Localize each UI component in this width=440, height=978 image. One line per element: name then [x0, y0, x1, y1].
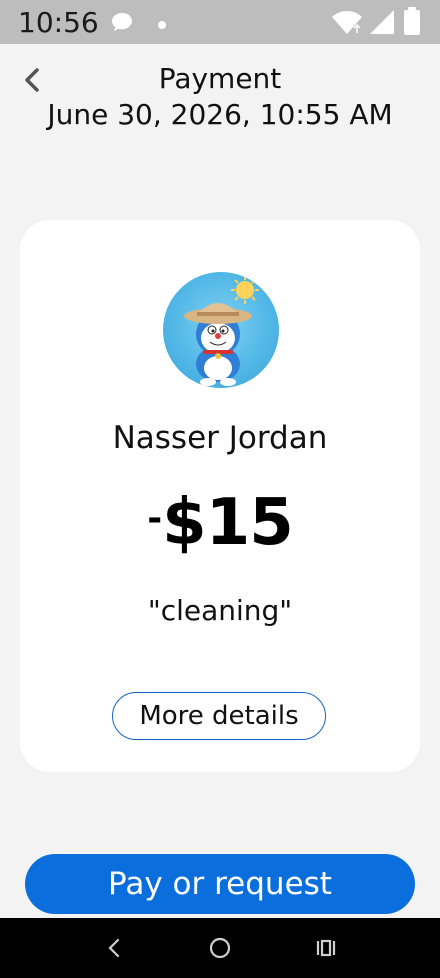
avatar [163, 272, 279, 388]
payment-date: June 30, 2026, 10:55 AM [47, 98, 393, 131]
status-bar: 10:56 [0, 0, 440, 44]
payment-screen: Payment June 30, 2026, 10:55 AM Nasser J… [0, 44, 440, 918]
amount-sign: - [147, 498, 163, 539]
wifi-icon [330, 8, 364, 40]
circle-home-icon [209, 937, 231, 959]
cell-signal-icon [368, 8, 396, 40]
payment-note: "cleaning" [147, 594, 293, 627]
nav-back-button[interactable] [94, 932, 134, 964]
page-title: Payment [158, 62, 282, 95]
payment-amount: -$15 [20, 486, 420, 560]
status-time: 10:56 [18, 6, 99, 39]
payment-card: Nasser Jordan -$15 "cleaning" More detai… [20, 220, 420, 772]
amount-value: $15 [162, 486, 294, 560]
system-nav-bar [0, 918, 440, 978]
more-details-button[interactable]: More details [112, 692, 326, 740]
nav-recents-button[interactable] [306, 932, 346, 964]
avatar-image [184, 276, 259, 386]
recipient-name: Nasser Jordan [112, 420, 328, 456]
recents-icon [316, 939, 336, 957]
triangle-back-icon [108, 938, 120, 958]
pay-or-request-button[interactable]: Pay or request [25, 854, 415, 914]
nav-home-button[interactable] [200, 932, 240, 964]
chat-bubble-icon [110, 10, 134, 38]
battery-icon [402, 6, 422, 40]
notification-dot-icon [156, 16, 168, 35]
